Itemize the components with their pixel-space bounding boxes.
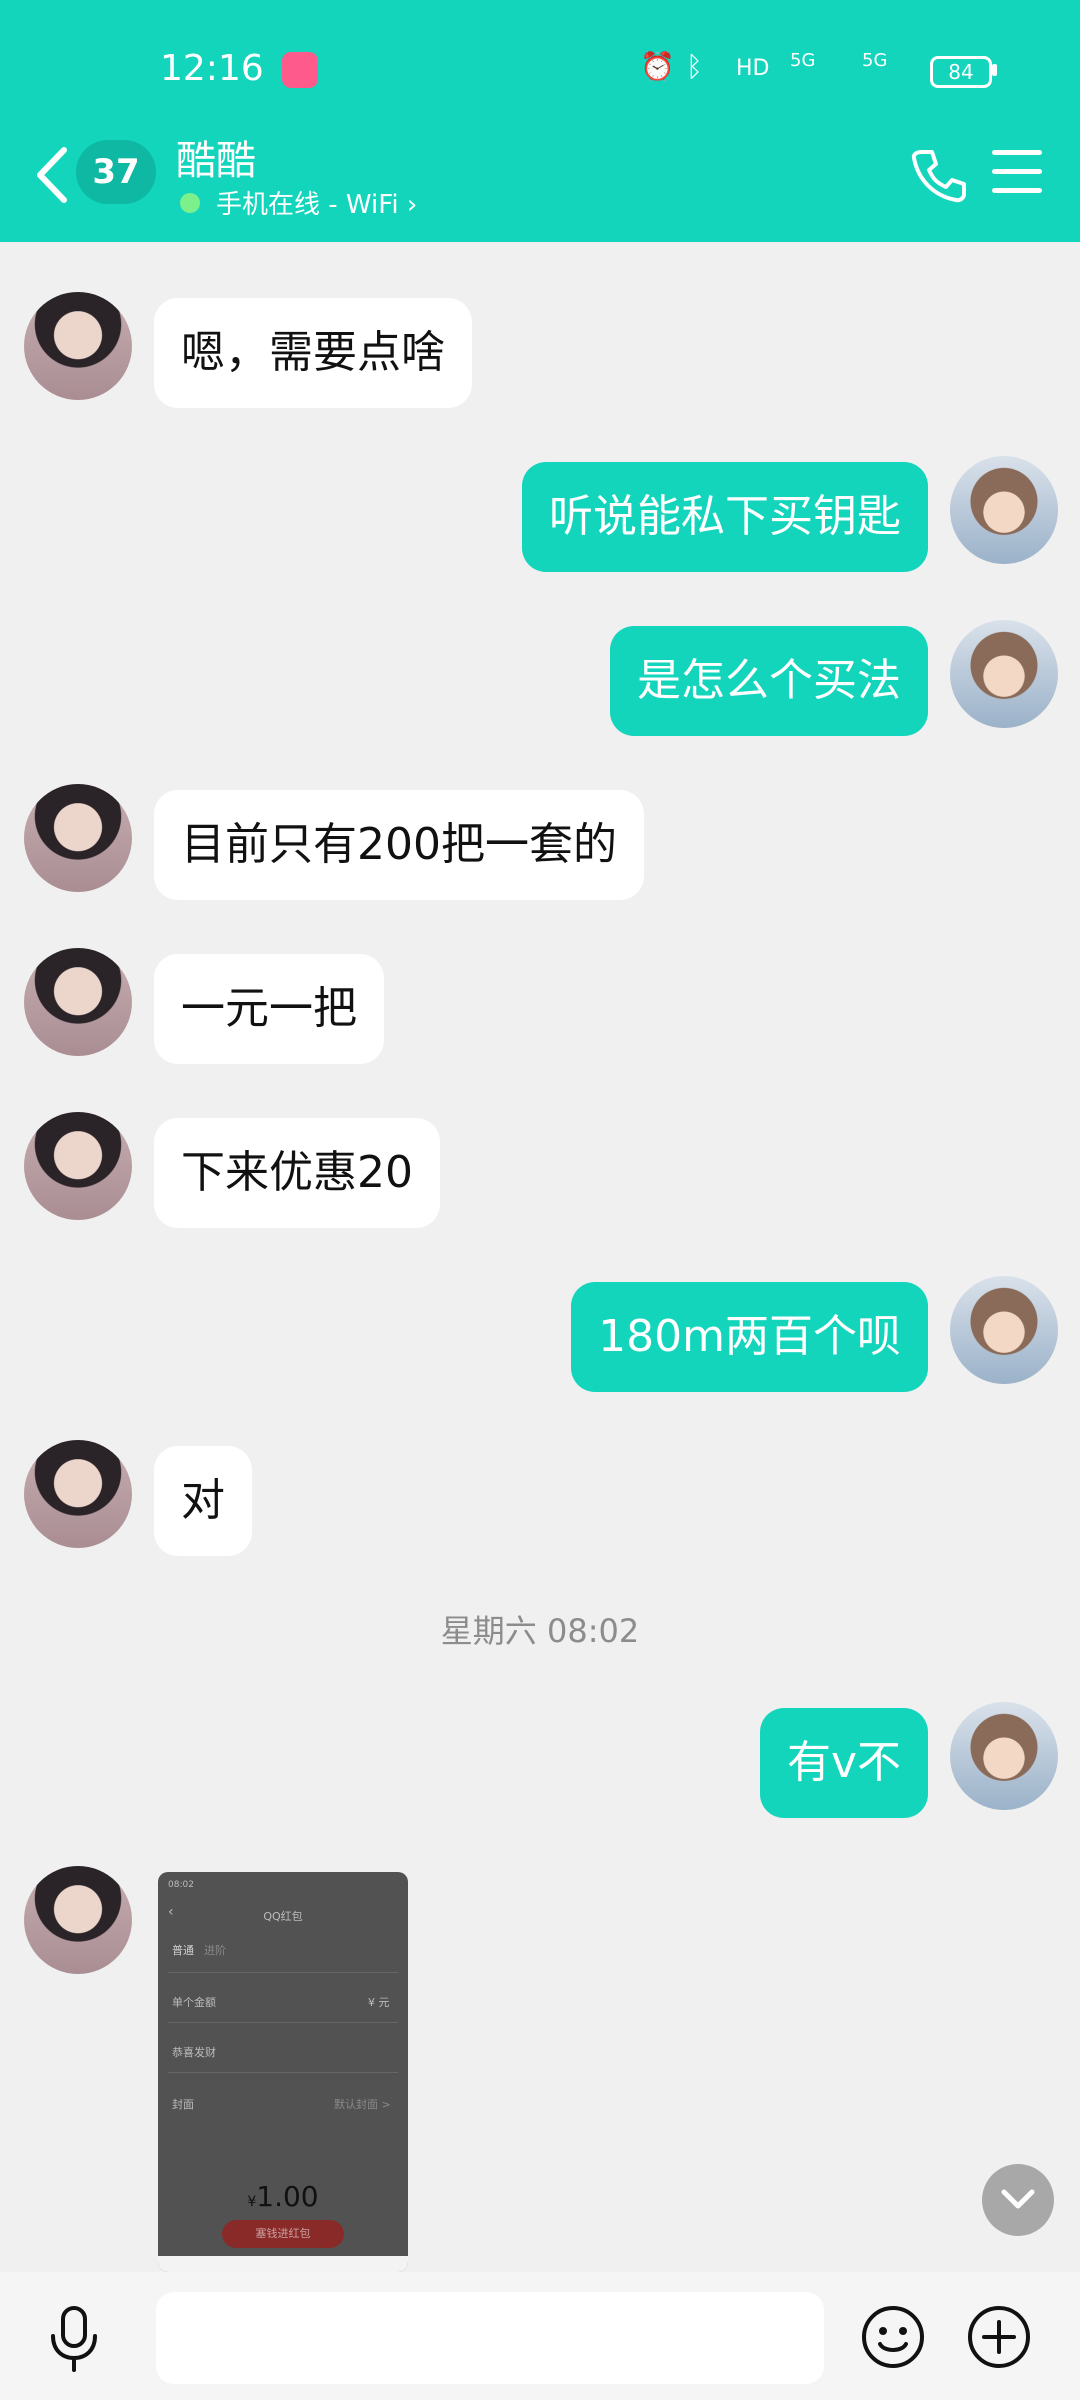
contact-avatar[interactable] bbox=[24, 948, 132, 1056]
message-bubble[interactable]: 180m两百个呗 bbox=[571, 1282, 928, 1392]
contact-status[interactable]: 手机在线 - WiFi › bbox=[180, 184, 417, 221]
shot-time: 08:02 bbox=[168, 1880, 194, 1890]
contact-status-text: 手机在线 - WiFi › bbox=[216, 190, 418, 220]
plus-icon bbox=[968, 2306, 1030, 2368]
shot-amount: ¥1.00 bbox=[158, 2180, 408, 2213]
shot-tab-normal: 普通 bbox=[172, 1944, 194, 1957]
image-message[interactable]: 08:02 ‹ QQ红包 普通 进阶 单个金额 ¥ 元 恭喜发财 封面 默认封面… bbox=[158, 1872, 408, 2272]
call-button[interactable] bbox=[908, 146, 968, 206]
online-dot-icon bbox=[180, 192, 200, 213]
scroll-to-bottom-button[interactable] bbox=[982, 2164, 1054, 2236]
bluetooth-icon: ᛒ bbox=[686, 50, 703, 83]
back-chevron-icon bbox=[37, 147, 67, 203]
contact-avatar[interactable] bbox=[24, 784, 132, 892]
shot-tab-advanced: 进阶 bbox=[204, 1944, 226, 1957]
message-bubble[interactable]: 听说能私下买钥匙 bbox=[522, 462, 928, 572]
shot-row-value: ¥ 元 bbox=[368, 1996, 390, 2009]
message-input[interactable] bbox=[156, 2292, 824, 2384]
menu-button[interactable] bbox=[992, 150, 1042, 196]
emoji-button[interactable] bbox=[860, 2304, 926, 2370]
battery-tip bbox=[992, 64, 997, 76]
contact-avatar[interactable] bbox=[24, 1440, 132, 1548]
my-avatar[interactable] bbox=[950, 620, 1058, 728]
message-bubble[interactable]: 下来优惠20 bbox=[154, 1118, 440, 1228]
emoji-icon bbox=[862, 2306, 924, 2368]
status-time: 12:16 bbox=[160, 48, 264, 89]
message-bubble[interactable]: 一元一把 bbox=[154, 954, 384, 1064]
contact-avatar[interactable] bbox=[24, 1112, 132, 1220]
menu-icon bbox=[992, 150, 1042, 193]
my-avatar[interactable] bbox=[950, 1276, 1058, 1384]
shot-bottom-sheet bbox=[158, 2256, 408, 2272]
shot-divider bbox=[168, 2072, 398, 2073]
shot-send-button: 塞钱进红包 bbox=[222, 2220, 344, 2248]
message-bubble[interactable]: 有v不 bbox=[759, 1708, 928, 1818]
message-bubble[interactable]: 嗯，需要点啥 bbox=[154, 298, 472, 408]
message-bubble[interactable]: 目前只有200把一套的 bbox=[154, 790, 644, 900]
contact-avatar[interactable] bbox=[24, 292, 132, 400]
shot-divider bbox=[168, 2022, 398, 2023]
signal-5g-icon-2: 5G bbox=[862, 50, 888, 71]
hd-icon: HD bbox=[736, 56, 770, 81]
shot-currency: ¥ bbox=[247, 2194, 257, 2210]
chat-header: 12:16 ⏰ ᛒ HD 5G 5G 84 37 酷酷 手机在线 - WiFi … bbox=[0, 0, 1080, 242]
alarm-icon: ⏰ bbox=[640, 50, 675, 83]
contact-avatar[interactable] bbox=[24, 1866, 132, 1974]
shot-divider bbox=[168, 1972, 398, 1973]
contact-name[interactable]: 酷酷 bbox=[176, 128, 256, 186]
my-avatar[interactable] bbox=[950, 456, 1058, 564]
message-bubble[interactable]: 是怎么个买法 bbox=[610, 626, 928, 736]
voice-button[interactable] bbox=[44, 2304, 104, 2374]
status-icons: ⏰ ᛒ HD 5G 5G 84 bbox=[640, 50, 1000, 92]
chevron-down-icon bbox=[1001, 2189, 1035, 2209]
shot-title: QQ红包 bbox=[263, 1910, 303, 1923]
shot-row-label: 恭喜发财 bbox=[172, 2046, 216, 2059]
signal-5g-icon: 5G bbox=[790, 50, 816, 71]
shot-amount-value: 1.00 bbox=[256, 2180, 319, 2213]
more-actions-button[interactable] bbox=[966, 2304, 1032, 2370]
message-timestamp: 星期六 08:02 bbox=[440, 1612, 640, 1650]
unread-badge[interactable]: 37 bbox=[76, 140, 156, 204]
my-avatar[interactable] bbox=[950, 1702, 1058, 1810]
message-bubble[interactable]: 对 bbox=[154, 1446, 252, 1556]
shot-row-label: 封面 bbox=[172, 2098, 194, 2111]
app-notification-icon bbox=[282, 52, 318, 88]
back-button[interactable] bbox=[30, 140, 80, 210]
shot-row-label: 单个金额 bbox=[172, 1996, 216, 2009]
microphone-icon bbox=[51, 2306, 97, 2372]
shot-row-value: 默认封面 > bbox=[334, 2098, 391, 2111]
phone-icon bbox=[911, 150, 966, 203]
battery-icon: 84 bbox=[930, 56, 992, 88]
